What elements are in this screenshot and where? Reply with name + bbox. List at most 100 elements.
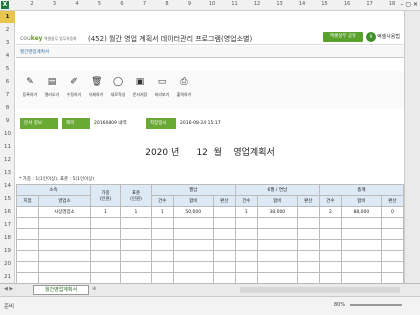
zoom-slider[interactable] <box>350 304 402 306</box>
출력하기-button[interactable]: ⎙ 출력하기 <box>174 77 194 105</box>
cell-empty[interactable] <box>212 272 236 284</box>
cell-empty[interactable] <box>340 261 382 273</box>
수정하기-button[interactable]: ✐ 수정하기 <box>64 77 84 105</box>
cell-empty[interactable] <box>212 217 236 229</box>
cell-empty[interactable] <box>89 272 122 284</box>
cell-empty[interactable] <box>172 239 214 251</box>
cell-empty[interactable] <box>212 239 236 251</box>
cell-empty[interactable] <box>89 250 122 262</box>
cell-empty[interactable] <box>89 239 122 251</box>
excel-usage-link[interactable]: 엑셀사용법 <box>377 33 400 40</box>
row-header[interactable]: 20 <box>0 258 15 270</box>
cell-empty[interactable] <box>340 239 382 251</box>
cell-empty[interactable] <box>89 228 122 240</box>
cell-empty[interactable] <box>234 228 258 240</box>
cell-empty[interactable] <box>89 217 122 229</box>
cell-office[interactable]: 사상영업소 <box>38 206 91 218</box>
column-header[interactable]: 18 <box>382 1 402 7</box>
cell-empty[interactable] <box>340 228 382 240</box>
column-header[interactable]: 5 <box>90 1 110 7</box>
cell-empty[interactable] <box>256 239 298 251</box>
cell-empty[interactable] <box>256 228 298 240</box>
column-header[interactable]: 11 <box>225 1 245 7</box>
cell-empty[interactable] <box>318 272 342 284</box>
cell-empty[interactable] <box>120 261 152 273</box>
등록하기-button[interactable]: ✎ 등록하기 <box>20 77 40 105</box>
cell-empty[interactable] <box>15 250 40 262</box>
열러오기-button[interactable]: ▤ 열러오기 <box>42 77 62 105</box>
r-circle-icon[interactable]: R <box>366 32 376 42</box>
cell-empty[interactable] <box>234 217 258 229</box>
cell-empty[interactable] <box>150 228 174 240</box>
column-header[interactable]: 7 <box>135 1 155 7</box>
cell-empty[interactable] <box>212 228 236 240</box>
column-header[interactable]: 6 <box>112 1 132 7</box>
row-header[interactable]: 1 <box>0 11 15 23</box>
column-header[interactable]: 9 <box>180 1 200 7</box>
cell-empty[interactable] <box>38 239 91 251</box>
cell-empty[interactable] <box>340 217 382 229</box>
cell-empty[interactable] <box>150 250 174 262</box>
column-header[interactable]: 16 <box>337 1 357 7</box>
row-header[interactable]: 5 <box>0 63 15 75</box>
cell-empty[interactable] <box>172 272 214 284</box>
cell-empty[interactable] <box>15 239 40 251</box>
row-header[interactable]: 15 <box>0 193 15 205</box>
cell-empty[interactable] <box>380 239 405 251</box>
cell-empty[interactable] <box>296 239 320 251</box>
column-header[interactable]: 14 <box>292 1 312 7</box>
cell-empty[interactable] <box>120 239 152 251</box>
cell-empty[interactable] <box>234 272 258 284</box>
문서저장-button[interactable]: ▣ 문서저장 <box>130 77 150 105</box>
window-controls[interactable]: – ▢ ✕ <box>400 1 418 8</box>
cell-empty[interactable] <box>256 272 298 284</box>
cell-empty[interactable] <box>150 261 174 273</box>
row-header[interactable]: 13 <box>0 167 15 179</box>
cell-empty[interactable] <box>15 272 40 284</box>
cell-empty[interactable] <box>296 261 320 273</box>
column-header[interactable]: 2 <box>22 1 42 7</box>
cell-empty[interactable] <box>212 261 236 273</box>
cell-std[interactable]: 1 <box>120 206 152 218</box>
cell-empty[interactable] <box>296 217 320 229</box>
cell-empty[interactable] <box>296 228 320 240</box>
cell-empty[interactable] <box>172 228 214 240</box>
cell-empty[interactable] <box>15 261 40 273</box>
cell-empty[interactable] <box>340 272 382 284</box>
row-header[interactable]: 12 <box>0 154 15 166</box>
cell-empty[interactable] <box>150 217 174 229</box>
미리보기-button[interactable]: ▭ 미리보기 <box>152 77 172 105</box>
horizontal-scrollbar[interactable] <box>240 287 400 293</box>
cell-empty[interactable] <box>380 272 405 284</box>
cell-empty[interactable] <box>296 272 320 284</box>
column-header[interactable]: 3 <box>45 1 65 7</box>
cell-m_cnt[interactable]: 1 <box>150 206 174 218</box>
cell-empty[interactable] <box>380 217 405 229</box>
row-header[interactable]: 3 <box>0 37 15 49</box>
row-header[interactable]: 4 <box>0 50 15 62</box>
column-header[interactable]: 12 <box>247 1 267 7</box>
doc-value[interactable]: 20160809 내역 <box>94 118 127 129</box>
row-header[interactable]: 21 <box>0 271 15 283</box>
cell-m_amt[interactable]: 50,000 <box>172 206 214 218</box>
cell-j_amt[interactable]: 38,000 <box>256 206 298 218</box>
cell-t_conv[interactable]: 0 <box>380 206 405 218</box>
cell-empty[interactable] <box>234 239 258 251</box>
cell-empty[interactable] <box>234 261 258 273</box>
column-header[interactable]: 10 <box>202 1 222 7</box>
cell-empty[interactable] <box>15 217 40 229</box>
cell-empty[interactable] <box>172 261 214 273</box>
cell-empty[interactable] <box>120 272 152 284</box>
삭제하기-button[interactable]: 🗑 삭제하기 <box>86 77 106 105</box>
row-header[interactable]: 2 <box>0 24 15 36</box>
row-header[interactable]: 19 <box>0 245 15 257</box>
row-header[interactable]: 6 <box>0 76 15 88</box>
cell-j_cnt[interactable]: 1 <box>234 206 258 218</box>
cell-empty[interactable] <box>38 228 91 240</box>
cell-empty[interactable] <box>380 250 405 262</box>
cell-empty[interactable] <box>172 250 214 262</box>
cell-empty[interactable] <box>38 272 91 284</box>
cell-empty[interactable] <box>380 228 405 240</box>
cell-empty[interactable] <box>380 261 405 273</box>
column-header[interactable]: 8 <box>157 1 177 7</box>
